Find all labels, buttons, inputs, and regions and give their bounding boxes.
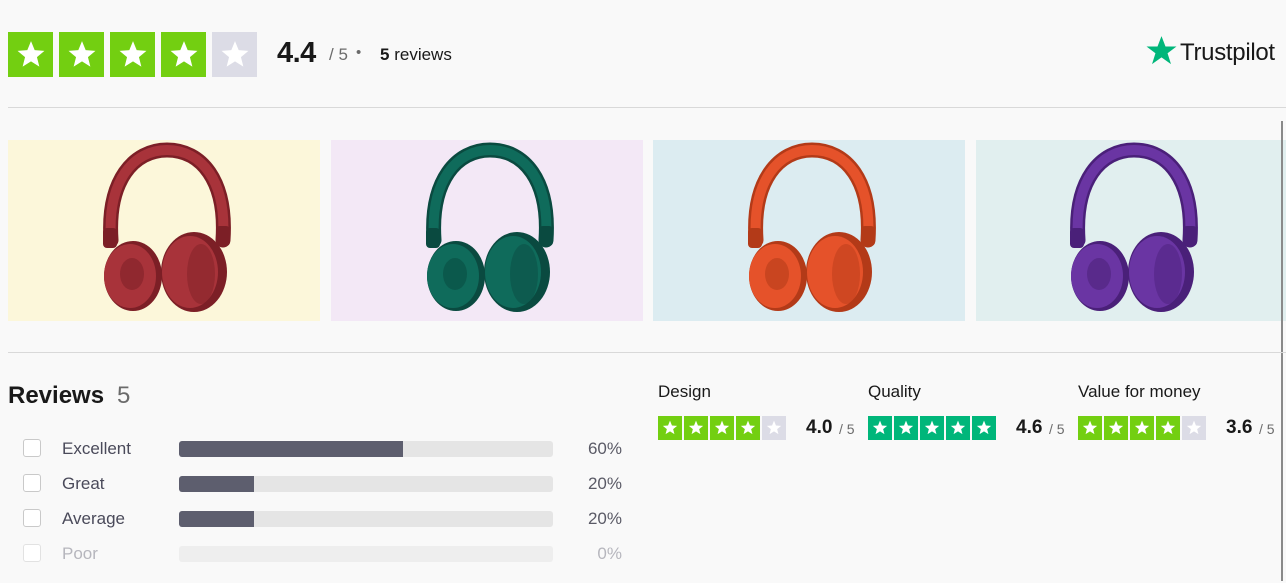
sub-rating-stars — [658, 416, 786, 440]
rating-bar — [179, 441, 553, 457]
rating-label: Poor — [62, 544, 98, 563]
rating-label: Average — [62, 509, 126, 528]
product-image[interactable] — [653, 140, 965, 321]
rating-label: Excellent — [62, 439, 131, 458]
rating-bar — [179, 476, 553, 492]
star-icon — [868, 416, 892, 440]
star-icon — [212, 32, 257, 77]
review-count-word: reviews — [394, 45, 452, 64]
sub-rating-stars — [1078, 416, 1206, 440]
star-icon — [1078, 416, 1102, 440]
rating-value: 4.4 — [277, 37, 316, 69]
star-icon — [161, 32, 206, 77]
rating-bar-fill — [179, 476, 254, 492]
star-icon — [1145, 34, 1178, 72]
sub-rating-value: 3.6 — [1226, 417, 1253, 438]
sub-rating-title: Quality — [868, 382, 921, 401]
star-icon — [1130, 416, 1154, 440]
divider — [8, 107, 1286, 108]
headphones-icon — [1069, 142, 1198, 312]
star-icon — [59, 32, 104, 77]
reviews-heading: Reviews — [8, 382, 105, 409]
filter-checkbox[interactable] — [23, 509, 41, 527]
product-image[interactable] — [8, 140, 320, 321]
star-icon — [1156, 416, 1180, 440]
filter-checkbox[interactable] — [23, 474, 41, 492]
sub-rating-max: / 5 — [1049, 421, 1065, 437]
star-icon — [684, 416, 708, 440]
star-icon — [8, 32, 53, 77]
sub-rating-max: / 5 — [1259, 421, 1275, 437]
separator-dot: • — [356, 44, 362, 61]
rating-percent: 20% — [587, 509, 622, 528]
sub-rating-title: Design — [658, 382, 711, 401]
rating-percent: 0% — [597, 544, 622, 563]
sub-rating-stars — [868, 416, 996, 440]
star-icon — [946, 416, 970, 440]
rating-bar — [179, 546, 553, 562]
divider — [8, 352, 1286, 353]
sub-rating-title: Value for money — [1078, 382, 1201, 401]
trustpilot-logo[interactable]: Trustpilot — [1145, 34, 1275, 72]
rating-bar-fill — [179, 441, 404, 457]
reviews-count: 5 — [117, 382, 131, 409]
star-icon — [894, 416, 918, 440]
star-icon — [1182, 416, 1206, 440]
scrollbar[interactable] — [1281, 121, 1283, 581]
rating-label: Great — [62, 474, 105, 493]
rating-max: / 5 — [329, 45, 348, 64]
rating-percent: 20% — [587, 474, 622, 493]
star-icon — [1104, 416, 1128, 440]
headphones-icon — [748, 142, 876, 312]
product-image[interactable] — [975, 140, 1286, 321]
sub-rating-value: 4.6 — [1016, 417, 1043, 438]
filter-checkbox[interactable] — [23, 544, 41, 562]
review-count-number: 5 — [380, 45, 390, 64]
star-icon — [710, 416, 734, 440]
review-count-link[interactable]: 5 reviews — [380, 45, 452, 65]
filter-checkbox[interactable] — [23, 439, 41, 457]
star-icon — [736, 416, 760, 440]
rating-bar-fill — [179, 511, 254, 527]
star-icon — [658, 416, 682, 440]
rating-percent: 60% — [587, 439, 622, 458]
headphones-icon — [425, 142, 554, 312]
rating-bar — [179, 511, 553, 527]
star-icon — [762, 416, 786, 440]
star-icon — [972, 416, 996, 440]
sub-rating-value: 4.0 — [806, 417, 833, 438]
product-image[interactable] — [330, 140, 643, 321]
headphones-icon — [103, 142, 231, 312]
star-icon — [110, 32, 155, 77]
star-icon — [920, 416, 944, 440]
sub-rating-max: / 5 — [839, 421, 855, 437]
trustpilot-wordmark: Trustpilot — [1180, 39, 1275, 66]
